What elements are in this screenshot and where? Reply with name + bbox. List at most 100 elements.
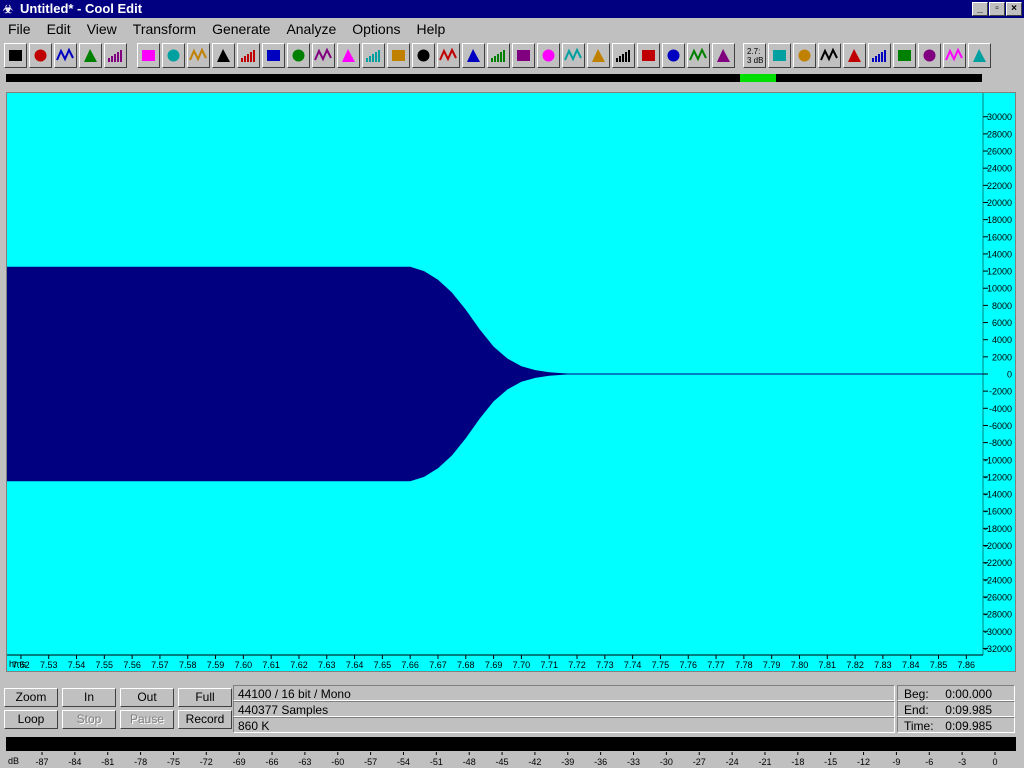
meter-tick-label: -18	[791, 757, 804, 767]
meter-tick-label: -72	[200, 757, 213, 767]
meter-tick-label: -60	[331, 757, 344, 767]
reverse-icon[interactable]	[437, 43, 460, 68]
waveform-display[interactable]: 30000 28000 26000 24000 22000 20000 18000 16000…	[6, 92, 1016, 672]
rewind-icon[interactable]	[137, 43, 160, 68]
x-tick-label: 7.71	[540, 660, 558, 670]
noise-icon[interactable]	[262, 43, 285, 68]
level-meter-scale: dB -87 -84 -81 -78 -75 -72 -69 -66 -63 -60 -57 -54 -5…	[0, 752, 1024, 768]
meter-tick-label: -84	[68, 757, 81, 767]
filter-icon[interactable]	[562, 43, 585, 68]
spectrum-icon[interactable]	[462, 43, 485, 68]
note-icon[interactable]	[212, 43, 235, 68]
zoom-in-button[interactable]: In	[62, 688, 116, 707]
y-tick-label: 8000	[992, 301, 1012, 311]
arrow-right-icon[interactable]	[818, 43, 841, 68]
headphones-icon[interactable]	[104, 43, 127, 68]
brainwave-icon[interactable]	[662, 43, 685, 68]
x-tick-label: 7.64	[346, 660, 364, 670]
x-tick-label: 7.56	[123, 660, 141, 670]
file-info-panel: 44100 / 16 bit / Mono 440377 Samples 860…	[233, 685, 895, 733]
meter-tick-label: -30	[660, 757, 673, 767]
x-tick-label: 7.73	[596, 660, 614, 670]
position-bar[interactable]	[6, 74, 982, 82]
transport-controls: Loop Stop Pause Record	[4, 710, 232, 730]
equalize-icon[interactable]	[337, 43, 360, 68]
stretch-icon[interactable]	[612, 43, 635, 68]
x-tick-label: 7.86	[958, 660, 976, 670]
frequency-icon[interactable]	[868, 43, 891, 68]
help-icon[interactable]	[793, 43, 816, 68]
app-icon[interactable]: ☣	[3, 1, 17, 17]
zoom-magnify-icon[interactable]	[893, 43, 916, 68]
zoom-button[interactable]: Zoom	[4, 688, 58, 707]
y-tick-label: -6000	[989, 421, 1012, 431]
loop-arrows-icon[interactable]	[187, 43, 210, 68]
size-info: 860 K	[233, 717, 895, 733]
loop-button[interactable]: Loop	[4, 710, 58, 729]
cd-icon[interactable]	[768, 43, 791, 68]
menu-analyze[interactable]: Analyze	[278, 21, 344, 37]
wave-synth-icon[interactable]	[712, 43, 735, 68]
menu-file[interactable]: File	[0, 21, 39, 37]
menu-help[interactable]: Help	[409, 21, 454, 37]
menu-edit[interactable]: Edit	[39, 21, 79, 37]
wave-icon[interactable]	[487, 43, 510, 68]
meter-tick-label: -69	[233, 757, 246, 767]
menu-transform[interactable]: Transform	[125, 21, 204, 37]
stop-button[interactable]: Stop	[62, 710, 116, 729]
meter-tick-label: -6	[925, 757, 933, 767]
meter-tick-label: 0	[992, 757, 997, 767]
insert-icon[interactable]	[918, 43, 941, 68]
x-tick-label: 7.53	[40, 660, 58, 670]
zoom-out-button[interactable]: Out	[120, 688, 174, 707]
open-icon[interactable]	[29, 43, 52, 68]
new-icon[interactable]	[4, 43, 27, 68]
normalize-3db-icon[interactable]: 2.7: 3 dB	[743, 43, 766, 68]
scripts-icon[interactable]	[637, 43, 660, 68]
meter-tick-label: -81	[101, 757, 114, 767]
bar-spectrum-icon[interactable]	[512, 43, 535, 68]
amplify-icon[interactable]	[287, 43, 310, 68]
meter-tick-label: -39	[561, 757, 574, 767]
meter-tick-label: -3	[958, 757, 966, 767]
delay-icon[interactable]	[412, 43, 435, 68]
zoom-full-button[interactable]: Full	[178, 688, 232, 707]
menu-options[interactable]: Options	[344, 21, 408, 37]
record-dot-icon[interactable]	[237, 43, 260, 68]
minimize-button[interactable]: _	[972, 2, 988, 16]
cue-list-icon[interactable]	[843, 43, 866, 68]
menu-view[interactable]: View	[79, 21, 125, 37]
restore-button[interactable]: ▫	[989, 2, 1005, 16]
echo-icon[interactable]	[387, 43, 410, 68]
stopwatch-icon[interactable]	[362, 43, 385, 68]
distortion-icon[interactable]	[587, 43, 610, 68]
y-tick-label: -18000	[984, 524, 1012, 534]
x-tick-label: 7.69	[485, 660, 503, 670]
close-button[interactable]: ×	[1006, 2, 1022, 16]
notepad-icon[interactable]	[943, 43, 966, 68]
toolbar: 2.7: 3 dB	[4, 43, 1020, 71]
x-tick-label: 7.77	[707, 660, 725, 670]
time-panel: Beg: 0:00.000 End: 0:09.985 Time: 0:09.9…	[897, 685, 1015, 733]
envelope-icon[interactable]	[312, 43, 335, 68]
x-tick-label: 7.72	[568, 660, 586, 670]
no-noise-icon[interactable]	[537, 43, 560, 68]
pause-button[interactable]: Pause	[120, 710, 174, 729]
meter-tick-label: -51	[430, 757, 443, 767]
x-tick-label: 7.84	[902, 660, 920, 670]
save-icon[interactable]	[54, 43, 77, 68]
save-selection-icon[interactable]	[79, 43, 102, 68]
y-tick-label: -28000	[984, 610, 1012, 620]
y-tick-label: -26000	[984, 592, 1012, 602]
menu-generate[interactable]: Generate	[204, 21, 278, 37]
x-tick-label: 7.65	[374, 660, 392, 670]
stop-bar-icon[interactable]	[162, 43, 185, 68]
x-tick-label: 7.78	[735, 660, 753, 670]
settings-icon[interactable]	[968, 43, 991, 68]
x-tick-label: 7.52	[12, 660, 30, 670]
position-thumb[interactable]	[740, 74, 776, 82]
record-button[interactable]: Record	[178, 710, 232, 729]
dynamics-icon[interactable]	[687, 43, 710, 68]
x-tick-label: 7.59	[207, 660, 225, 670]
y-tick-label: 30000	[987, 112, 1012, 122]
